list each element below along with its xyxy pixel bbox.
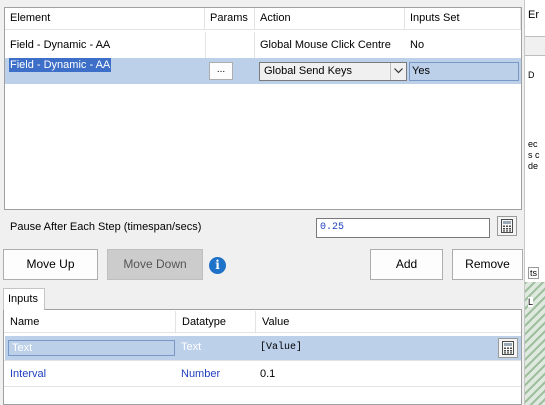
input-row-1-name[interactable]: Text	[8, 340, 175, 356]
step-row-2-element[interactable]: Field - Dynamic - AA	[9, 58, 112, 72]
right-box	[525, 36, 545, 56]
info-icon[interactable]: i	[209, 257, 226, 274]
input-row-2-name[interactable]: Interval	[10, 368, 46, 380]
right-fragment-5: de	[528, 161, 539, 171]
input-row-2-datatype[interactable]: Number	[181, 368, 220, 380]
move-up-button[interactable]: Move Up	[3, 249, 98, 280]
calculator-icon	[502, 341, 514, 355]
right-fragment-3: ec	[528, 139, 538, 149]
remove-button[interactable]: Remove	[452, 249, 523, 280]
input-row-1-value[interactable]: [Value]	[260, 341, 302, 355]
inputs-grid[interactable]: Name Datatype Value Text Text [Value] In…	[3, 309, 522, 405]
inputs-set-field[interactable]: Yes	[409, 62, 519, 81]
right-fragment-4: s c	[528, 150, 540, 160]
add-button[interactable]: Add	[370, 249, 443, 280]
calculator-icon	[501, 219, 513, 233]
tab-inputs[interactable]: Inputs	[3, 288, 45, 310]
column-header-element[interactable]: Element	[5, 8, 205, 30]
step-row-2-element-cell[interactable]: Field - Dynamic - AA	[5, 54, 205, 76]
adjacent-window-edge: Er D ec s c de ts L	[524, 0, 545, 405]
row-divider	[4, 360, 521, 361]
right-fragment-7: L	[528, 297, 534, 307]
step-row-1-params[interactable]	[205, 32, 255, 58]
step-row-1-inputs-set[interactable]: No	[405, 32, 521, 58]
pause-input[interactable]: 0.25	[316, 218, 490, 238]
row-divider	[4, 386, 521, 387]
pause-calculator-button[interactable]	[497, 216, 517, 236]
right-fragment-1: Er	[528, 9, 539, 21]
steps-grid[interactable]: Element Params Action Inputs Set Field -…	[4, 7, 522, 210]
move-down-button[interactable]: Move Down	[107, 249, 203, 280]
chevron-down-icon[interactable]	[390, 63, 406, 80]
action-dropdown-value: Global Send Keys	[264, 65, 353, 77]
column-header-name[interactable]: Name	[4, 311, 176, 333]
column-header-datatype[interactable]: Datatype	[176, 311, 256, 333]
column-header-inputs-set[interactable]: Inputs Set	[405, 8, 521, 30]
value-calculator-button[interactable]	[498, 338, 518, 358]
column-header-params[interactable]: Params	[205, 8, 255, 30]
column-header-value[interactable]: Value	[256, 311, 521, 333]
params-button[interactable]: ...	[209, 62, 233, 80]
pause-label: Pause After Each Step (timespan/secs)	[10, 221, 202, 233]
step-row-1-action[interactable]: Global Mouse Click Centre	[255, 32, 405, 58]
column-header-action[interactable]: Action	[255, 8, 405, 30]
input-row-1-datatype[interactable]: Text	[181, 340, 201, 354]
right-fragment-6: ts	[528, 267, 540, 279]
right-fragment-2: D	[528, 70, 535, 80]
action-dropdown[interactable]: Global Send Keys	[259, 62, 407, 81]
input-row-2-value[interactable]: 0.1	[260, 368, 275, 380]
